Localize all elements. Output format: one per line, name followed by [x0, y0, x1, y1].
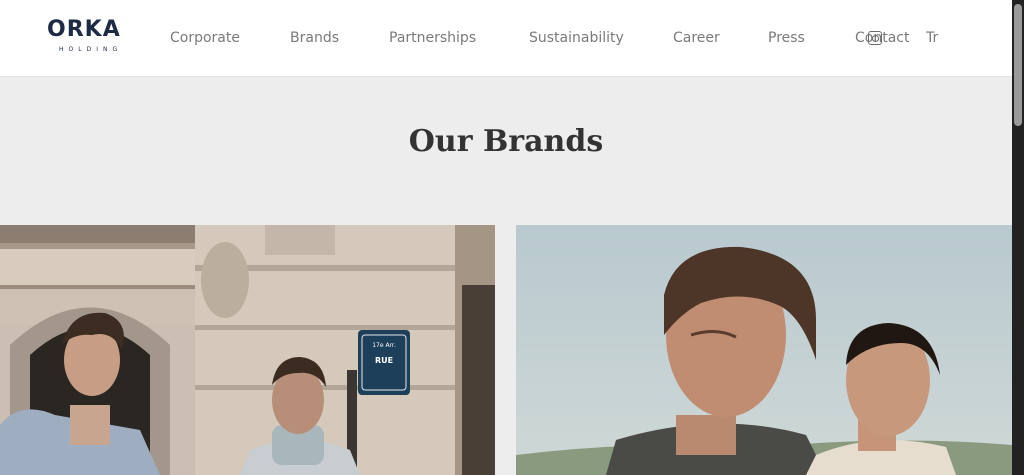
nav-partnerships[interactable]: Partnerships [389, 28, 476, 48]
nav-press[interactable]: Press [768, 28, 805, 48]
scrollbar-thumb[interactable] [1014, 4, 1022, 126]
instagram-icon[interactable] [868, 31, 882, 45]
nav-corporate[interactable]: Corporate [170, 28, 240, 48]
nav-sustainability[interactable]: Sustainability [529, 28, 624, 48]
nav-brands[interactable]: Brands [290, 28, 339, 48]
brand-photo-portrait [516, 225, 1012, 475]
nav-career[interactable]: Career [673, 28, 720, 48]
page-scrollbar[interactable] [1012, 0, 1024, 475]
brand-card-left[interactable]: 17e Arr. RUE [0, 225, 495, 475]
brand-photo-street: 17e Arr. RUE [0, 225, 495, 475]
language-switch[interactable]: Tr [926, 28, 938, 48]
site-header: ORKA HOLDING Corporate Brands Partnershi… [0, 0, 1012, 77]
street-sign-district: 17e Arr. [372, 342, 396, 349]
main-nav: Corporate Brands Partnerships Sustainabi… [0, 28, 1012, 50]
nav-contact[interactable]: Contact [855, 28, 909, 48]
page-title: Our Brands [408, 124, 604, 159]
street-sign-rue: RUE [375, 356, 393, 365]
brand-card-right[interactable] [516, 225, 1012, 475]
